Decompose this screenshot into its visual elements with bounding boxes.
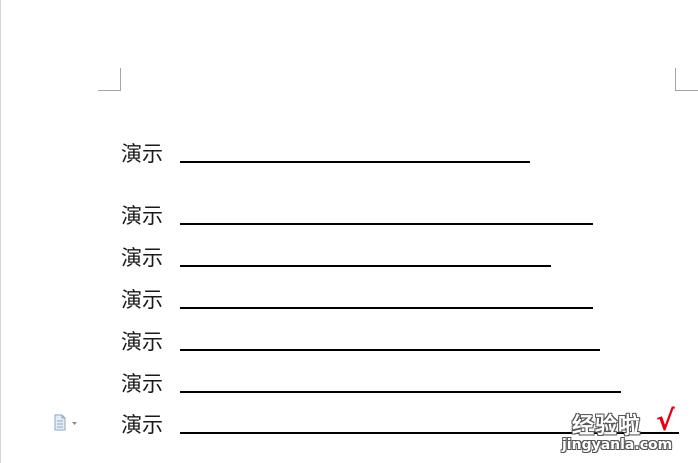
paste-options-icon — [54, 414, 77, 431]
underline-blank — [180, 161, 530, 163]
watermark-brand: 经验啦 — [572, 414, 642, 439]
line-label: 演示 — [121, 413, 163, 437]
watermark-domain: jingyanla.com — [562, 437, 673, 453]
underline-blank — [180, 391, 621, 393]
margin-corner-top-left — [98, 68, 121, 91]
underline-blank — [180, 265, 551, 267]
underline-blank — [180, 349, 600, 351]
line-label: 演示 — [121, 288, 163, 312]
watermark-logo: 经验啦 √ jingyanla.com — [560, 404, 694, 460]
underline-blank — [180, 223, 593, 225]
margin-corner-top-right — [675, 68, 698, 91]
underline-blank — [180, 307, 593, 309]
page-left-edge — [0, 0, 1, 463]
line-label: 演示 — [121, 330, 163, 354]
line-label: 演示 — [121, 246, 163, 270]
line-label: 演示 — [121, 142, 163, 166]
watermark-check-icon: √ — [656, 404, 675, 437]
paste-options-button[interactable] — [53, 414, 79, 432]
line-label: 演示 — [121, 204, 163, 228]
line-label: 演示 — [121, 372, 163, 396]
